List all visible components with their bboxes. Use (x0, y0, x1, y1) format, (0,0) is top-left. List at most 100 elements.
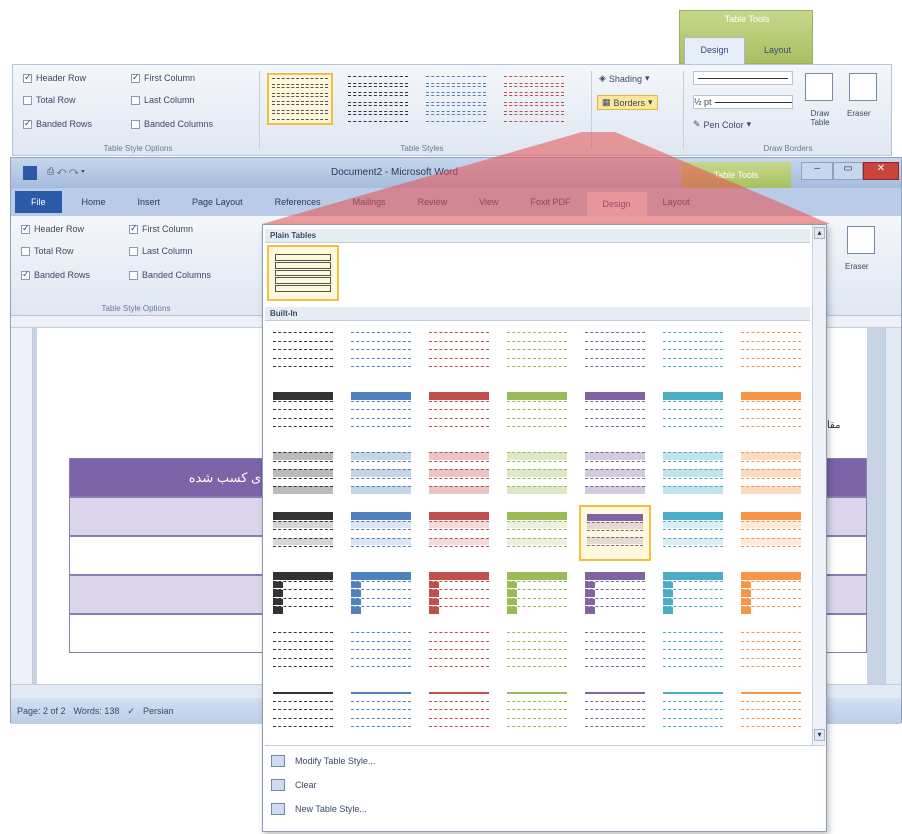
maximize-button[interactable]: ▭ (833, 162, 863, 180)
tab-view[interactable]: View (463, 197, 514, 207)
table-style-firstcol-7[interactable] (735, 565, 807, 621)
header-row-checkbox[interactable] (23, 72, 32, 83)
table-style-dashed-6[interactable] (657, 625, 729, 681)
header-row-option[interactable]: Header Row (23, 72, 86, 83)
pen-color-button[interactable]: ✎ Pen Color ▾ (693, 119, 751, 130)
first-column-option[interactable]: First Column (129, 223, 193, 234)
table-style-header-5[interactable] (579, 385, 651, 441)
gallery-scrollbar[interactable]: ▴ ▾ (812, 225, 826, 745)
total-row-option[interactable]: Total Row (21, 246, 74, 256)
table-style-firstcol-6[interactable] (657, 565, 729, 621)
table-style-firstcol-2[interactable] (345, 565, 417, 621)
table-style-banded-4[interactable] (501, 445, 573, 501)
table-style-header-4[interactable] (501, 385, 573, 441)
tab-layout[interactable]: Layout (647, 197, 706, 207)
table-style-light-2[interactable] (345, 325, 417, 381)
table-style-firstcol-1[interactable] (267, 565, 339, 621)
table-style-list-4[interactable] (501, 685, 573, 741)
table-style-header-1[interactable] (267, 385, 339, 441)
eraser-icon[interactable] (849, 73, 877, 101)
table-style-header-3[interactable] (423, 385, 495, 441)
table-style-banded-6[interactable] (657, 445, 729, 501)
banded-rows-checkbox[interactable] (21, 269, 30, 280)
table-style-header-2[interactable] (345, 385, 417, 441)
table-style-list-3[interactable] (423, 685, 495, 741)
word-app-icon[interactable] (23, 166, 37, 180)
total-row-checkbox[interactable] (23, 95, 32, 105)
table-style-header-6[interactable] (657, 385, 729, 441)
table-style-light-1[interactable] (267, 325, 339, 381)
table-style-firstcol-5[interactable] (579, 565, 651, 621)
minimize-button[interactable]: – (801, 162, 833, 180)
proofing-icon[interactable]: ✓ (127, 706, 135, 717)
table-style-light-4[interactable] (501, 325, 573, 381)
table-style-dashed-7[interactable] (735, 625, 807, 681)
table-style-header-7[interactable] (735, 385, 807, 441)
banded-columns-checkbox[interactable] (129, 270, 138, 280)
new-table-style-item[interactable]: New Table Style... (271, 803, 367, 815)
table-style-dashed-5[interactable] (579, 625, 651, 681)
plain-table-grid-style[interactable] (267, 245, 339, 301)
clear-item[interactable]: Clear (271, 779, 317, 791)
shading-button[interactable]: ◈ Shading ▾ (599, 73, 649, 84)
table-style-headerbanded-6[interactable] (657, 505, 729, 561)
table-style-list-1[interactable] (267, 685, 339, 741)
table-style-dashed-2[interactable] (345, 625, 417, 681)
close-button[interactable]: ✕ (863, 162, 899, 180)
table-style-light-shading[interactable] (345, 73, 411, 125)
tab-design[interactable]: Design (586, 192, 647, 216)
banded-columns-checkbox[interactable] (131, 119, 140, 129)
first-column-checkbox[interactable] (129, 223, 138, 234)
word-count[interactable]: Words: 138 (74, 706, 120, 716)
table-style-banded-1[interactable] (267, 445, 339, 501)
table-style-headerbanded-1[interactable] (267, 505, 339, 561)
pen-weight-select[interactable]: ½ pt (693, 95, 793, 109)
tab-home[interactable]: Home (66, 197, 122, 207)
last-column-checkbox[interactable] (131, 95, 140, 105)
vertical-scrollbar[interactable] (885, 328, 901, 684)
first-column-checkbox[interactable] (131, 72, 140, 83)
modify-table-style-item[interactable]: Modify Table Style... (271, 755, 375, 767)
table-style-dashed-4[interactable] (501, 625, 573, 681)
banded-rows-option[interactable]: Banded Rows (21, 269, 90, 280)
table-style-headerbanded-5[interactable] (579, 505, 651, 561)
tab-review[interactable]: Review (402, 197, 464, 207)
table-style-headerbanded-7[interactable] (735, 505, 807, 561)
table-style-list-5[interactable] (579, 685, 651, 741)
total-row-checkbox[interactable] (21, 246, 30, 256)
table-style-headerbanded-4[interactable] (501, 505, 573, 561)
table-style-list-7[interactable] (735, 685, 807, 741)
scroll-up-arrow[interactable]: ▴ (814, 227, 825, 239)
total-row-option[interactable]: Total Row (23, 95, 76, 105)
table-style-firstcol-3[interactable] (423, 565, 495, 621)
header-row-checkbox[interactable] (21, 223, 30, 234)
page-count[interactable]: Page: 2 of 2 (17, 706, 66, 716)
tab-mailings[interactable]: Mailings (337, 197, 402, 207)
scroll-down-arrow[interactable]: ▾ (814, 729, 825, 741)
draw-table-icon[interactable] (805, 73, 833, 101)
table-style-banded-5[interactable] (579, 445, 651, 501)
tab-file[interactable]: File (15, 191, 62, 213)
eraser-button[interactable]: Eraser (847, 109, 871, 118)
last-column-option[interactable]: Last Column (129, 246, 193, 256)
last-column-option[interactable]: Last Column (131, 95, 195, 105)
last-column-checkbox[interactable] (129, 246, 138, 256)
table-style-dashed-3[interactable] (423, 625, 495, 681)
table-style-list-6[interactable] (657, 685, 729, 741)
banded-columns-option[interactable]: Banded Columns (131, 119, 213, 129)
table-style-light-3[interactable] (423, 325, 495, 381)
tab-page-layout[interactable]: Page Layout (176, 197, 259, 207)
table-style-light-shading-accent2[interactable] (501, 73, 567, 125)
banded-rows-option[interactable]: Banded Rows (23, 118, 92, 129)
tab-layout[interactable]: Layout (747, 37, 808, 65)
table-style-firstcol-4[interactable] (501, 565, 573, 621)
tab-foxit-pdf[interactable]: Foxit PDF (515, 197, 587, 207)
table-style-list-2[interactable] (345, 685, 417, 741)
eraser-button[interactable]: Eraser (845, 262, 869, 271)
first-column-option[interactable]: First Column (131, 72, 195, 83)
table-style-banded-7[interactable] (735, 445, 807, 501)
tab-insert[interactable]: Insert (122, 197, 177, 207)
language-indicator[interactable]: Persian (143, 706, 174, 716)
banded-rows-checkbox[interactable] (23, 118, 32, 129)
eraser-icon[interactable] (847, 226, 875, 254)
